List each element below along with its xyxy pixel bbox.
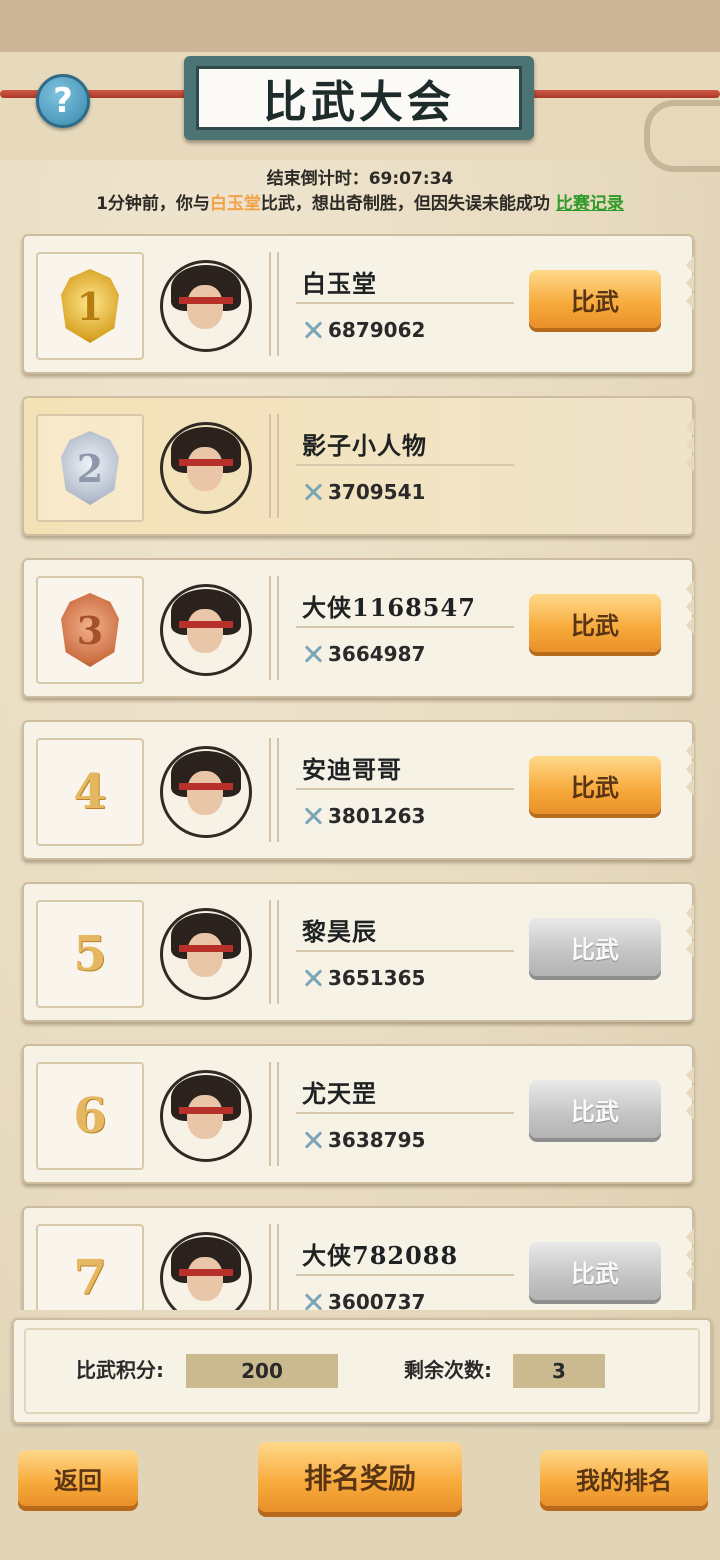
crossed-swords-icon [302, 805, 324, 827]
rank-number: 7 [73, 1250, 107, 1306]
rank-box: 3 [36, 576, 144, 684]
remaining-value: 3 [513, 1354, 605, 1388]
player-name: 大侠782088 [302, 1241, 459, 1270]
player-card: 5 黎昊辰 3651365 比武 [22, 882, 694, 1022]
power-value: 6879062 [328, 318, 426, 342]
rank-box: 1 [36, 252, 144, 360]
rank-number: 6 [73, 1088, 107, 1144]
power-value: 3801263 [328, 804, 426, 828]
separator [296, 302, 514, 304]
rank-number: 2 [76, 445, 104, 491]
separator [296, 626, 514, 628]
combat-power: 3651365 [302, 966, 425, 990]
combat-power: 3600737 [302, 1290, 425, 1310]
ranking-list[interactable]: 1 白玉堂 6879062 比武 2 影子小人物 3709541 3 大侠116… [0, 0, 720, 1310]
divider [269, 738, 279, 842]
back-button[interactable]: 返回 [18, 1450, 138, 1506]
my-rank-button[interactable]: 我的排名 [540, 1450, 708, 1506]
separator [296, 1274, 514, 1276]
score-label: 比武积分: [76, 1358, 164, 1382]
rank-number: 3 [76, 607, 104, 653]
challenge-button[interactable]: 比武 [529, 918, 661, 976]
rank-medal-icon: 2 [61, 431, 119, 505]
combat-power: 3801263 [302, 804, 425, 828]
divider [269, 1062, 279, 1166]
divider [269, 414, 279, 518]
crossed-swords-icon [302, 1129, 324, 1151]
crossed-swords-icon [302, 319, 324, 341]
player-name: 尤天罡 [302, 1079, 377, 1108]
challenge-button[interactable]: 比武 [529, 1080, 661, 1138]
crossed-swords-icon [302, 481, 324, 503]
challenge-button[interactable]: 比武 [529, 756, 661, 814]
score-value: 200 [186, 1354, 338, 1388]
divider [269, 900, 279, 1004]
avatar[interactable] [160, 422, 252, 514]
player-card: 1 白玉堂 6879062 比武 [22, 234, 694, 374]
rank-box: 4 [36, 738, 144, 846]
stats-panel: 比武积分: 200 剩余次数: 3 [12, 1318, 712, 1424]
separator [296, 950, 514, 952]
separator [296, 1112, 514, 1114]
rank-rewards-button[interactable]: 排名奖励 [258, 1442, 462, 1512]
combat-power: 3709541 [302, 480, 425, 504]
avatar[interactable] [160, 1070, 252, 1162]
rank-box: 5 [36, 900, 144, 1008]
avatar[interactable] [160, 908, 252, 1000]
power-value: 3664987 [328, 642, 426, 666]
challenge-button[interactable]: 比武 [529, 270, 661, 328]
combat-power: 6879062 [302, 318, 425, 342]
divider [269, 576, 279, 680]
avatar[interactable] [160, 746, 252, 838]
remaining-label: 剩余次数: [404, 1358, 492, 1382]
crossed-swords-icon [302, 967, 324, 989]
power-value: 3638795 [328, 1128, 426, 1152]
player-card: 6 尤天罡 3638795 比武 [22, 1044, 694, 1184]
player-name: 大侠1168547 [302, 593, 476, 622]
player-card: 3 大侠1168547 3664987 比武 [22, 558, 694, 698]
rank-medal-icon: 3 [61, 593, 119, 667]
combat-power: 3638795 [302, 1128, 425, 1152]
rank-box: 2 [36, 414, 144, 522]
divider [269, 1224, 279, 1310]
crossed-swords-icon [302, 1291, 324, 1310]
player-name: 安迪哥哥 [302, 755, 402, 784]
rank-box: 7 [36, 1224, 144, 1310]
challenge-button[interactable]: 比武 [529, 594, 661, 652]
challenge-button[interactable]: 比武 [529, 1242, 661, 1300]
player-card: 7 大侠782088 3600737 比武 [22, 1206, 694, 1310]
rank-number: 4 [73, 764, 107, 820]
rank-number: 1 [76, 283, 104, 329]
rank-medal-icon: 1 [61, 269, 119, 343]
avatar[interactable] [160, 584, 252, 676]
player-card: 4 安迪哥哥 3801263 比武 [22, 720, 694, 860]
power-value: 3600737 [328, 1290, 426, 1310]
separator [296, 788, 514, 790]
avatar[interactable] [160, 260, 252, 352]
player-name: 黎昊辰 [302, 917, 377, 946]
power-value: 3709541 [328, 480, 426, 504]
player-name: 白玉堂 [302, 269, 377, 298]
crossed-swords-icon [302, 643, 324, 665]
separator [296, 464, 514, 466]
divider [269, 252, 279, 356]
player-card: 2 影子小人物 3709541 [22, 396, 694, 536]
avatar[interactable] [160, 1232, 252, 1310]
player-name: 影子小人物 [302, 431, 427, 460]
power-value: 3651365 [328, 966, 426, 990]
rank-box: 6 [36, 1062, 144, 1170]
combat-power: 3664987 [302, 642, 425, 666]
rank-number: 5 [73, 926, 107, 982]
